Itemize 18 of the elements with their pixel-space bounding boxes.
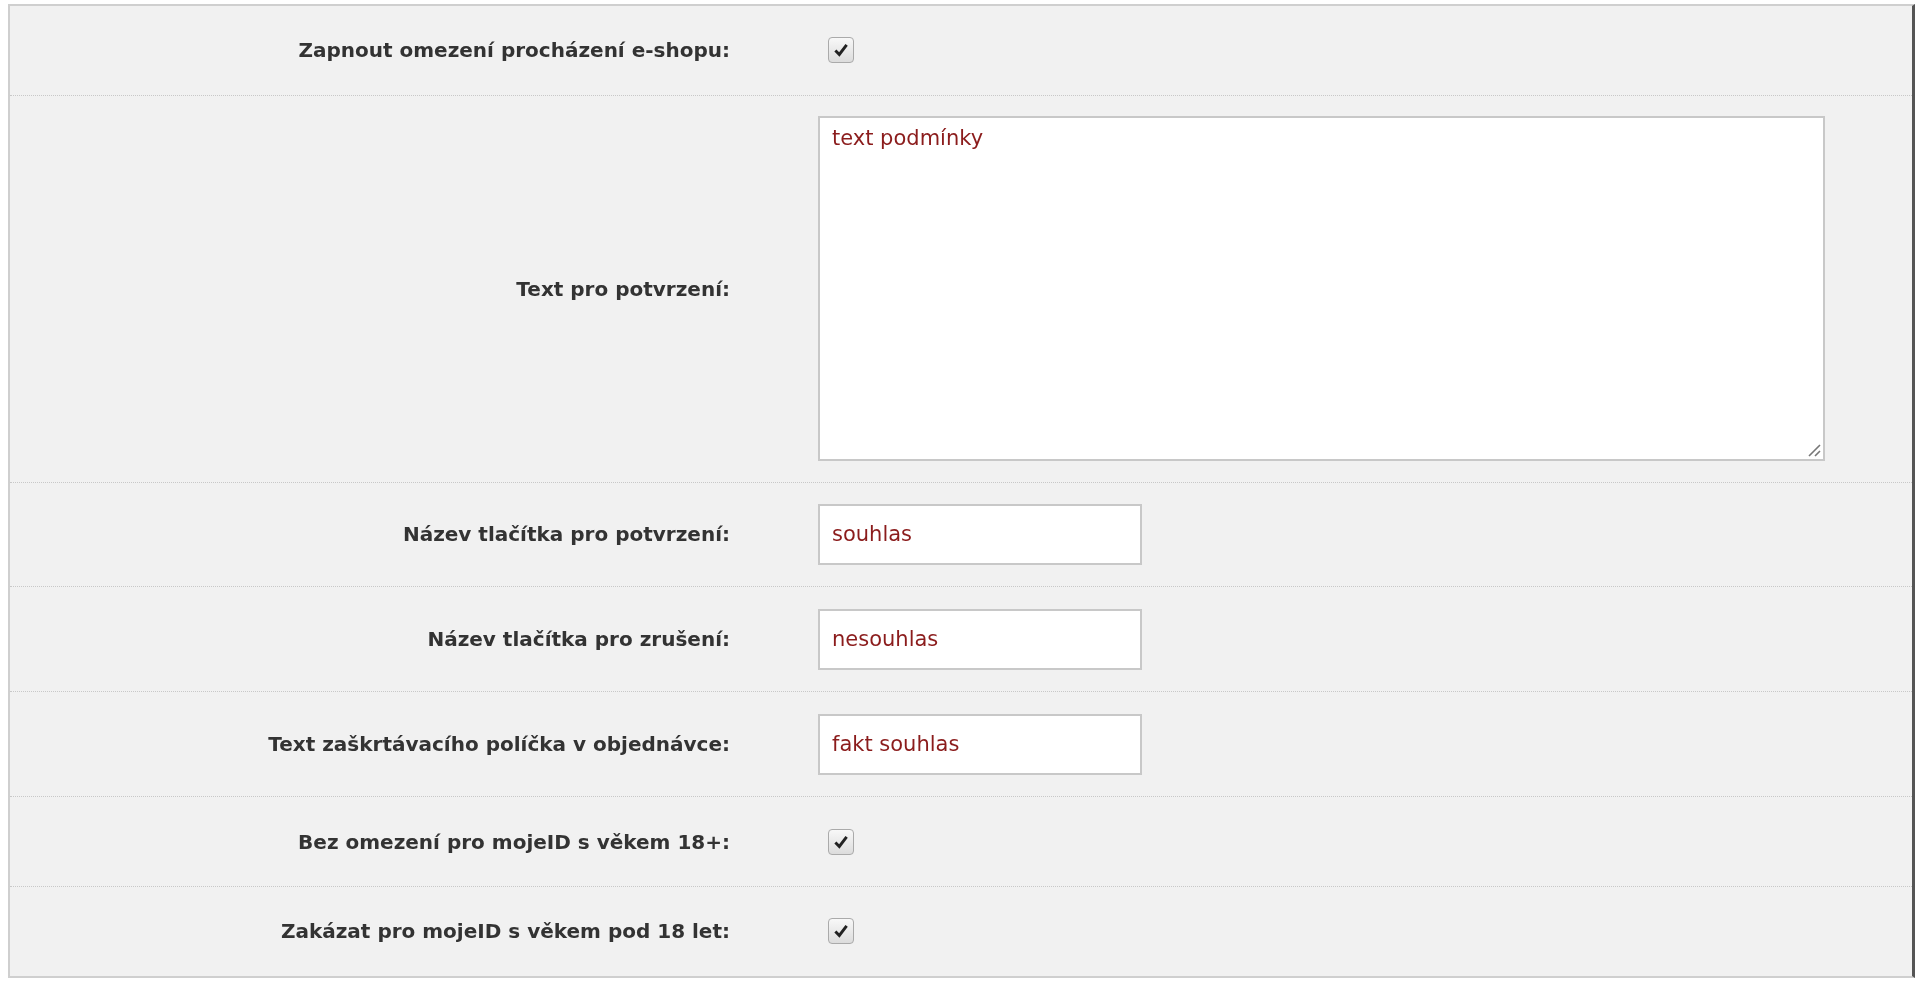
checkmark-icon (832, 41, 850, 60)
text-area-value: text podmínky (832, 126, 984, 151)
field-label: Text zaškrtávacího políčka v objednávce: (268, 732, 730, 757)
field-label: Název tlačítka pro zrušení: (427, 627, 730, 652)
field-label: Text pro potvrzení: (516, 276, 730, 301)
checkbox[interactable] (828, 37, 854, 64)
field-label: Zapnout omezení procházení e-shopu: (298, 38, 730, 63)
input-field[interactable]: fakt souhlas (818, 713, 1142, 775)
field-label: Bez omezení pro mojeID s věkem 18+: (298, 829, 730, 854)
resize-grip-icon (1807, 443, 1821, 458)
field-label: Název tlačítka pro potvrzení: (402, 522, 730, 547)
field-label: Zakázat pro mojeID s věkem pod 18 let: (280, 919, 730, 944)
text-area[interactable]: text podmínky (818, 116, 1825, 462)
checkmark-icon (832, 922, 850, 941)
input-field[interactable]: souhlas (818, 504, 1142, 565)
checkbox[interactable] (828, 828, 854, 855)
checkbox[interactable] (828, 918, 854, 945)
input-field[interactable]: nesouhlas (818, 608, 1142, 670)
